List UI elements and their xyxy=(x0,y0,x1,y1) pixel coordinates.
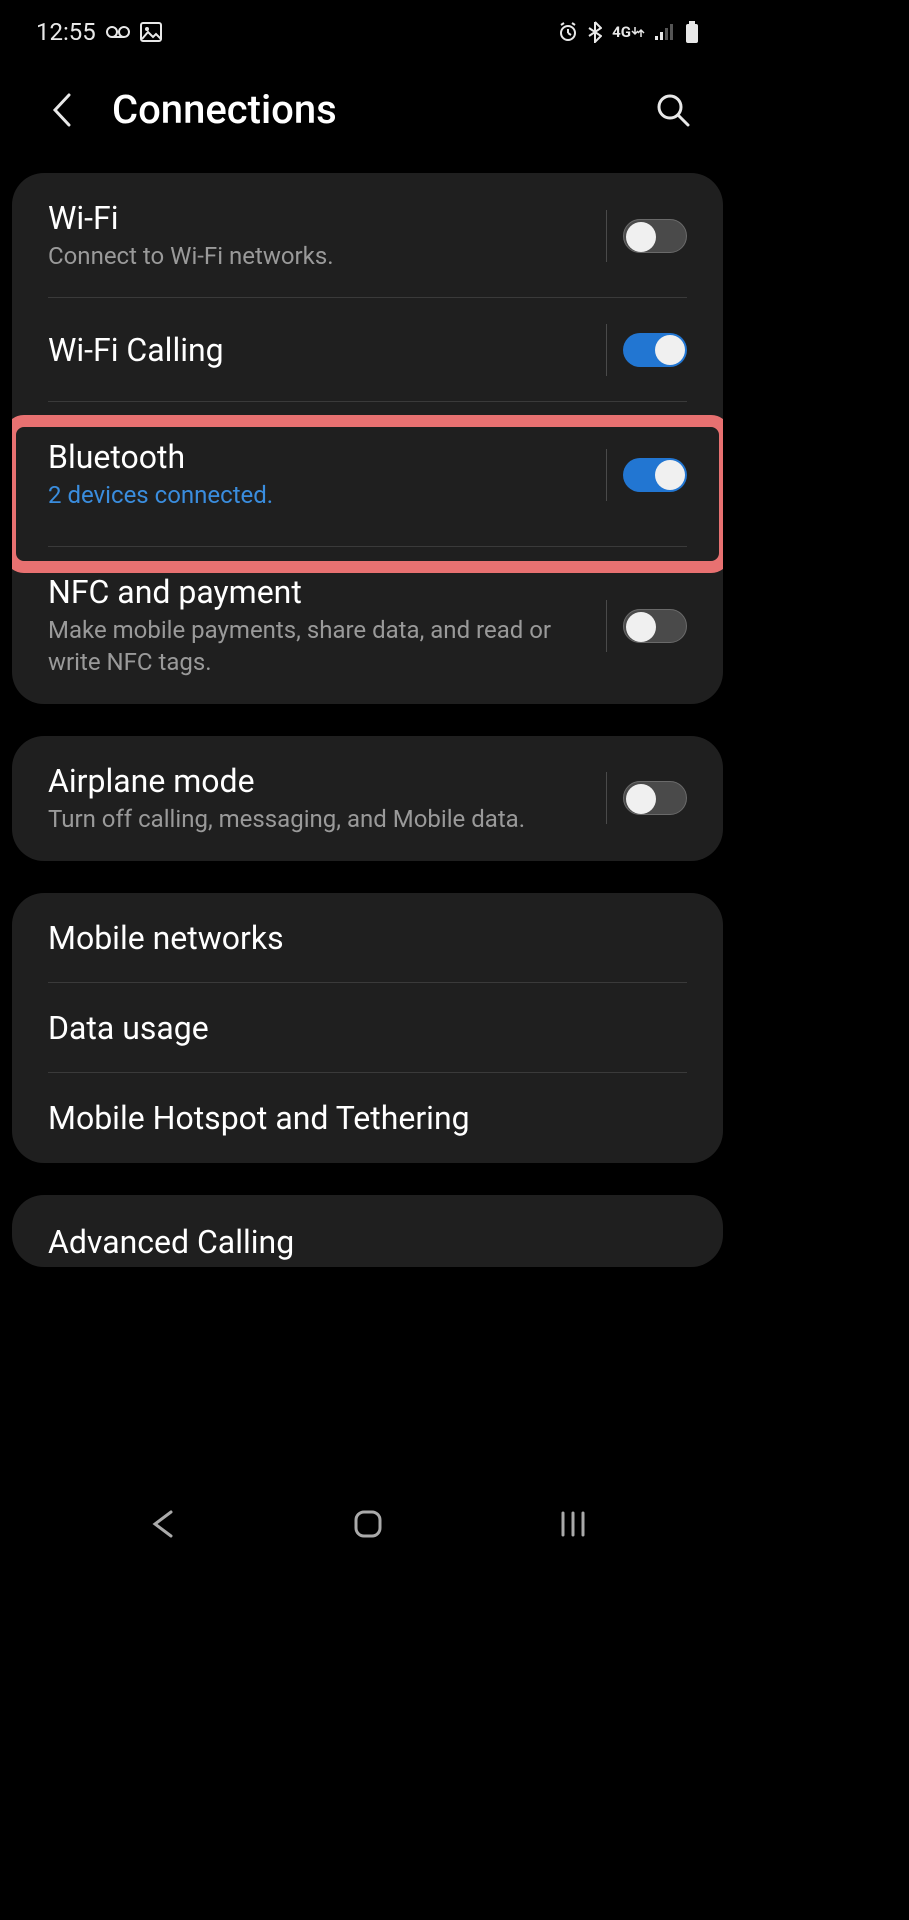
image-icon xyxy=(140,22,162,42)
back-button[interactable] xyxy=(40,88,84,132)
connections-group-2: Airplane mode Turn off calling, messagin… xyxy=(12,736,723,861)
bluetooth-row[interactable]: Bluetooth 2 devices connected. xyxy=(12,402,723,547)
advanced-calling-title: Advanced Calling xyxy=(48,1223,687,1261)
connections-group-3: Mobile networks Data usage Mobile Hotspo… xyxy=(12,893,723,1163)
toggle-knob xyxy=(626,612,656,642)
hotspot-title: Mobile Hotspot and Tethering xyxy=(48,1099,687,1137)
header: Connections xyxy=(0,56,735,173)
status-time: 12:55 xyxy=(36,18,96,46)
recents-icon xyxy=(560,1511,586,1537)
nav-home-button[interactable] xyxy=(338,1504,398,1544)
chevron-left-icon xyxy=(151,1510,175,1538)
connections-group-4: Advanced Calling xyxy=(12,1195,723,1267)
mobile-networks-row[interactable]: Mobile networks xyxy=(12,893,723,983)
wifi-content: Wi-Fi Connect to Wi-Fi networks. xyxy=(48,199,598,272)
data-usage-row[interactable]: Data usage xyxy=(12,983,723,1073)
hotspot-row[interactable]: Mobile Hotspot and Tethering xyxy=(12,1073,723,1163)
status-right: 4G xyxy=(558,21,699,43)
mobile-networks-content: Mobile networks xyxy=(48,919,687,957)
nfc-title: NFC and payment xyxy=(48,573,598,611)
toggle-knob xyxy=(626,784,656,814)
bluetooth-content: Bluetooth 2 devices connected. xyxy=(48,438,598,511)
data-usage-content: Data usage xyxy=(48,1009,687,1047)
wifi-calling-content: Wi-Fi Calling xyxy=(48,331,598,369)
data-usage-title: Data usage xyxy=(48,1009,687,1047)
status-left: 12:55 xyxy=(36,18,162,46)
toggle-knob xyxy=(655,460,685,490)
settings-content: Wi-Fi Connect to Wi-Fi networks. Wi-Fi C… xyxy=(0,173,735,1267)
search-icon xyxy=(656,93,690,127)
chevron-left-icon xyxy=(52,93,72,127)
divider xyxy=(606,600,607,652)
airplane-title: Airplane mode xyxy=(48,762,598,800)
mobile-networks-title: Mobile networks xyxy=(48,919,687,957)
wifi-toggle[interactable] xyxy=(623,219,687,253)
airplane-toggle[interactable] xyxy=(623,781,687,815)
hotspot-content: Mobile Hotspot and Tethering xyxy=(48,1099,687,1137)
bluetooth-toggle[interactable] xyxy=(623,458,687,492)
nfc-content: NFC and payment Make mobile payments, sh… xyxy=(48,573,598,677)
airplane-content: Airplane mode Turn off calling, messagin… xyxy=(48,762,598,835)
wifi-subtitle: Connect to Wi-Fi networks. xyxy=(48,241,598,272)
page-title: Connections xyxy=(112,86,623,133)
bluetooth-title: Bluetooth xyxy=(48,438,598,476)
nfc-subtitle: Make mobile payments, share data, and re… xyxy=(48,615,598,677)
bluetooth-subtitle: 2 devices connected. xyxy=(48,480,598,511)
divider xyxy=(606,449,607,501)
status-bar: 12:55 4G xyxy=(0,0,735,56)
wifi-title: Wi-Fi xyxy=(48,199,598,237)
wifi-calling-row[interactable]: Wi-Fi Calling xyxy=(12,298,723,402)
navigation-bar xyxy=(0,1494,735,1554)
home-icon xyxy=(353,1509,383,1539)
alarm-icon xyxy=(558,22,578,42)
battery-icon xyxy=(685,21,699,43)
nav-recents-button[interactable] xyxy=(543,1504,603,1544)
network-4g-icon: 4G xyxy=(612,23,645,41)
divider xyxy=(606,772,607,824)
toggle-knob xyxy=(626,222,656,252)
wifi-calling-title: Wi-Fi Calling xyxy=(48,331,598,369)
advanced-calling-content: Advanced Calling xyxy=(48,1223,687,1261)
nfc-toggle[interactable] xyxy=(623,609,687,643)
nav-back-button[interactable] xyxy=(133,1504,193,1544)
toggle-knob xyxy=(655,335,685,365)
airplane-row[interactable]: Airplane mode Turn off calling, messagin… xyxy=(12,736,723,861)
divider xyxy=(606,210,607,262)
bluetooth-status-icon xyxy=(588,21,602,43)
airplane-subtitle: Turn off calling, messaging, and Mobile … xyxy=(48,804,598,835)
voicemail-icon xyxy=(106,26,130,38)
search-button[interactable] xyxy=(651,88,695,132)
connections-group-1: Wi-Fi Connect to Wi-Fi networks. Wi-Fi C… xyxy=(12,173,723,704)
advanced-calling-row[interactable]: Advanced Calling xyxy=(12,1195,723,1267)
signal-icon xyxy=(655,24,675,40)
nfc-row[interactable]: NFC and payment Make mobile payments, sh… xyxy=(12,547,723,703)
divider xyxy=(606,324,607,376)
wifi-calling-toggle[interactable] xyxy=(623,333,687,367)
wifi-row[interactable]: Wi-Fi Connect to Wi-Fi networks. xyxy=(12,173,723,298)
